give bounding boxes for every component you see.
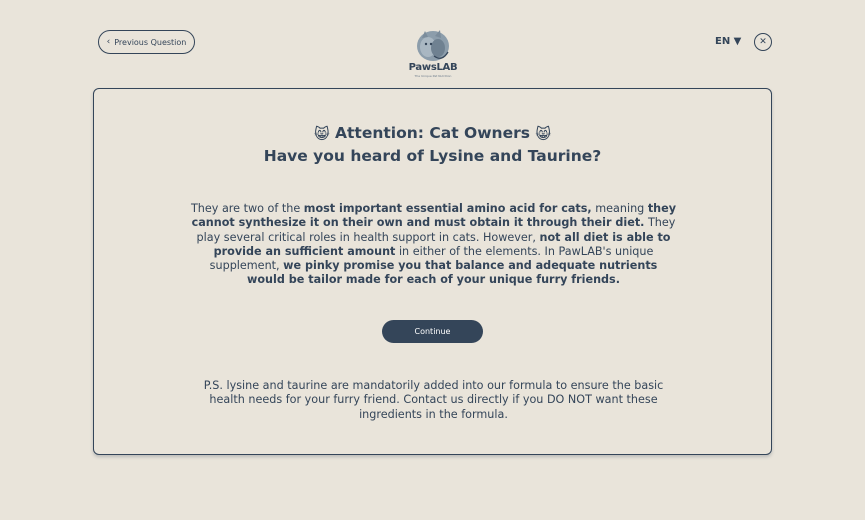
headline-title: Attention: Cat Owners [335, 124, 530, 142]
body-emphasis: we pinky promise you that balance and ad… [247, 259, 658, 287]
close-button[interactable]: ✕ [754, 33, 772, 51]
headline-line-1: 😸 Attention: Cat Owners 😸 [94, 122, 771, 145]
card-headline: 😸 Attention: Cat Owners 😸 Have you heard… [94, 122, 771, 167]
card-body-text: They are two of the most important essen… [189, 202, 678, 288]
cat-face-icon: 😸 [313, 125, 330, 143]
close-icon: ✕ [759, 37, 767, 47]
top-bar: ‹ Previous Question PawsLAB The Unique P… [0, 0, 865, 88]
logo-wordmark: PawsLAB [408, 62, 458, 73]
ps-note: P.S. lysine and taurine are mandatorily … [203, 379, 664, 421]
body-segment: meaning [591, 202, 648, 215]
question-card: 😸 Attention: Cat Owners 😸 Have you heard… [93, 88, 772, 455]
logo-tagline: The Unique Pet Nutrition [414, 74, 452, 78]
body-segment: They are two of the [190, 202, 304, 215]
previous-question-label: Previous Question [114, 37, 187, 47]
language-selector[interactable]: EN ▼ [715, 36, 741, 47]
continue-button[interactable]: Continue [382, 320, 483, 343]
pawslab-logo[interactable]: PawsLAB The Unique Pet Nutrition [404, 28, 462, 80]
chevron-left-icon: ‹ [106, 37, 111, 47]
pet-logo-icon [417, 30, 449, 61]
cat-face-icon: 😸 [535, 125, 551, 143]
headline-line-2: Have you heard of Lysine and Taurine? [263, 147, 602, 165]
previous-question-button[interactable]: ‹ Previous Question [98, 30, 195, 54]
body-emphasis: most important essential amino acid for … [303, 202, 592, 215]
